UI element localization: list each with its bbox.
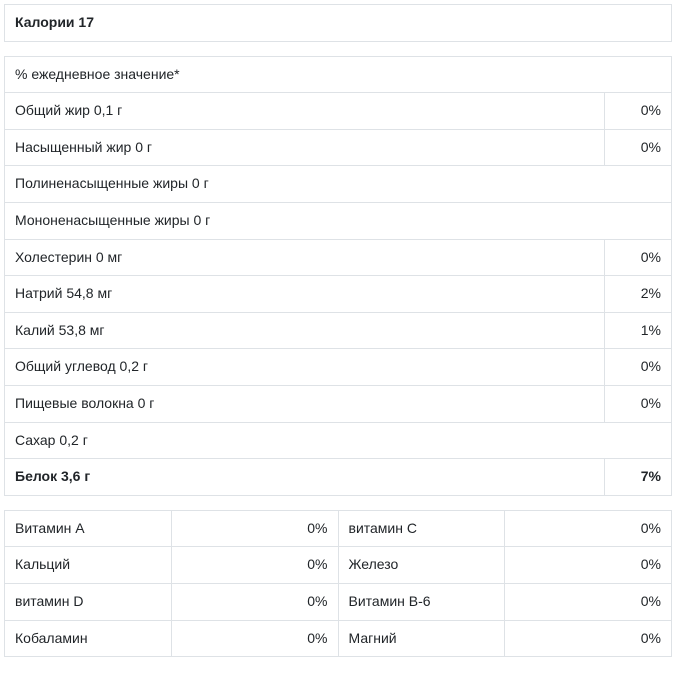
vitamin-label: Кальций <box>5 547 172 584</box>
dv-header: % ежедневное значение* <box>5 56 672 93</box>
nutrient-label: Мононенасыщенные жиры 0 г <box>5 202 672 239</box>
nutrient-label: Холестерин 0 мг <box>5 239 605 276</box>
nutrient-label: Натрий 54,8 мг <box>5 276 605 313</box>
table-row: Мононенасыщенные жиры 0 г <box>5 202 672 239</box>
table-row: Кобаламин 0% Магний 0% <box>5 620 672 657</box>
nutrient-value: 0% <box>605 239 672 276</box>
nutrient-value: 0% <box>605 129 672 166</box>
nutrient-label: Калий 53,8 мг <box>5 312 605 349</box>
protein-row: Белок 3,6 г7% <box>5 459 672 496</box>
nutrient-value: 0% <box>605 349 672 386</box>
vitamin-label: Кобаламин <box>5 620 172 657</box>
nutrients-table: % ежедневное значение* Общий жир 0,1 г0%… <box>4 56 672 496</box>
vitamin-label: Магний <box>338 620 505 657</box>
vitamin-label: Витамин A <box>5 510 172 547</box>
table-row: Сахар 0,2 г <box>5 422 672 459</box>
table-row: Общий углевод 0,2 г0% <box>5 349 672 386</box>
calories-row: Калории 17 <box>5 5 672 42</box>
vitamin-value: 0% <box>171 547 338 584</box>
table-row: Калий 53,8 мг1% <box>5 312 672 349</box>
calories-table: Калории 17 <box>4 4 672 42</box>
nutrient-value: 0% <box>605 93 672 130</box>
table-row: Холестерин 0 мг0% <box>5 239 672 276</box>
table-row: Натрий 54,8 мг2% <box>5 276 672 313</box>
nutrient-label: Общий углевод 0,2 г <box>5 349 605 386</box>
nutrient-label: Пищевые волокна 0 г <box>5 385 605 422</box>
vitamin-label: Железо <box>338 547 505 584</box>
vitamin-value: 0% <box>505 620 672 657</box>
nutrient-value: 1% <box>605 312 672 349</box>
table-row: Витамин A 0% витамин C 0% <box>5 510 672 547</box>
vitamin-value: 0% <box>505 547 672 584</box>
vitamin-value: 0% <box>505 583 672 620</box>
protein-value: 7% <box>605 459 672 496</box>
vitamin-value: 0% <box>171 510 338 547</box>
table-row: Общий жир 0,1 г0% <box>5 93 672 130</box>
protein-label: Белок 3,6 г <box>5 459 605 496</box>
table-row: витамин D 0% Витамин B-6 0% <box>5 583 672 620</box>
vitamin-label: витамин D <box>5 583 172 620</box>
nutrient-label: Насыщенный жир 0 г <box>5 129 605 166</box>
vitamin-value: 0% <box>505 510 672 547</box>
vitamin-value: 0% <box>171 583 338 620</box>
vitamin-label: витамин C <box>338 510 505 547</box>
vitamin-label: Витамин B-6 <box>338 583 505 620</box>
table-row: Пищевые волокна 0 г0% <box>5 385 672 422</box>
nutrient-value: 2% <box>605 276 672 313</box>
nutrient-value: 0% <box>605 385 672 422</box>
dv-header-row: % ежедневное значение* <box>5 56 672 93</box>
table-row: Насыщенный жир 0 г0% <box>5 129 672 166</box>
vitamins-table: Витамин A 0% витамин C 0% Кальций 0% Жел… <box>4 510 672 657</box>
table-row: Кальций 0% Железо 0% <box>5 547 672 584</box>
vitamin-value: 0% <box>171 620 338 657</box>
nutrient-label: Полиненасыщенные жиры 0 г <box>5 166 672 203</box>
table-row: Полиненасыщенные жиры 0 г <box>5 166 672 203</box>
nutrient-label: Общий жир 0,1 г <box>5 93 605 130</box>
nutrient-label: Сахар 0,2 г <box>5 422 672 459</box>
calories-label: Калории 17 <box>5 5 672 42</box>
